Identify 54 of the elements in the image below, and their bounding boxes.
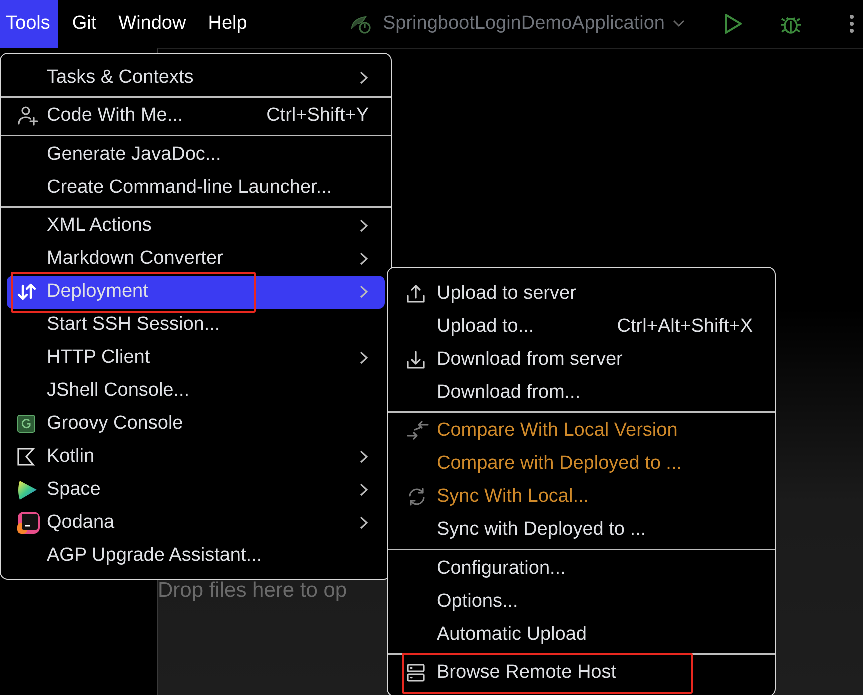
menu-item[interactable]: Create Command-line Launcher... bbox=[7, 171, 385, 204]
menu-item[interactable]: Qodana bbox=[7, 506, 385, 540]
more-options-icon[interactable] bbox=[849, 13, 855, 35]
sync-icon bbox=[406, 486, 428, 508]
menu-item[interactable]: Browse Remote Host bbox=[394, 656, 769, 690]
menu-title[interactable]: Help bbox=[202, 0, 256, 48]
menu-item[interactable]: Markdown Converter bbox=[7, 242, 385, 276]
menu-item[interactable]: Options... bbox=[394, 585, 769, 618]
drop-files-hint: Drop files here to op bbox=[158, 579, 348, 603]
menu-item[interactable]: XML Actions bbox=[7, 210, 385, 242]
space-icon bbox=[17, 479, 39, 501]
menu-item[interactable]: AGP Upgrade Assistant... bbox=[7, 540, 385, 572]
menu-item[interactable]: Generate JavaDoc... bbox=[7, 138, 385, 171]
menu-item[interactable]: Automatic Upload bbox=[394, 618, 769, 651]
compare-arrows-icon bbox=[406, 420, 430, 442]
menu-title[interactable]: Git bbox=[66, 0, 105, 48]
menu-item[interactable]: Compare With Local Version bbox=[394, 414, 769, 448]
upload-icon bbox=[406, 284, 426, 304]
menu-item[interactable]: Download from server bbox=[394, 343, 769, 376]
chevron-right-icon bbox=[359, 252, 369, 266]
chevron-right-icon bbox=[359, 351, 369, 365]
menu-item[interactable]: Groovy Console bbox=[7, 408, 385, 440]
menu-item[interactable]: Kotlin bbox=[7, 440, 385, 474]
menu-item[interactable]: Configuration... bbox=[394, 552, 769, 585]
menu-item[interactable]: JShell Console... bbox=[7, 374, 385, 408]
kotlin-icon bbox=[17, 448, 36, 466]
menu-item[interactable]: Download from... bbox=[394, 376, 769, 409]
add-user-icon bbox=[17, 105, 39, 127]
menu-item[interactable]: Tasks & Contexts bbox=[7, 61, 385, 94]
chevron-right-icon bbox=[359, 70, 369, 84]
menu-title[interactable]: Tools bbox=[0, 0, 58, 48]
chevron-right-icon bbox=[359, 450, 369, 464]
chevron-right-icon bbox=[359, 285, 369, 299]
server-icon bbox=[406, 663, 426, 683]
up-down-arrows-icon bbox=[17, 282, 37, 302]
menu-item[interactable]: Code With Me... Ctrl+Shift+Y bbox=[7, 100, 385, 132]
chevron-right-icon bbox=[359, 483, 369, 497]
menu-item[interactable]: Start SSH Session... bbox=[7, 308, 385, 342]
menu-title[interactable]: Window bbox=[112, 0, 194, 48]
menu-item[interactable]: Compare with Deployed to ... bbox=[394, 448, 769, 480]
chevron-right-icon bbox=[359, 516, 369, 530]
menu-item[interactable]: Sync with Deployed to ... bbox=[394, 514, 769, 546]
chevron-right-icon bbox=[359, 219, 369, 233]
menu-item[interactable]: HTTP Client bbox=[7, 342, 385, 374]
menu-item[interactable]: Upload to... Ctrl+Alt+Shift+X bbox=[394, 310, 769, 343]
download-icon bbox=[406, 350, 426, 370]
groovy-icon bbox=[17, 414, 36, 434]
chevron-down-icon[interactable] bbox=[673, 20, 685, 28]
menu-item[interactable]: Upload to server bbox=[394, 277, 769, 310]
qodana-icon bbox=[17, 511, 41, 535]
run-icon[interactable] bbox=[723, 13, 743, 35]
menu-item[interactable]: Space bbox=[7, 474, 385, 506]
run-configuration-name[interactable]: SpringbootLoginDemoApplication bbox=[382, 13, 665, 35]
menu-item[interactable]: Sync With Local... bbox=[394, 480, 769, 514]
